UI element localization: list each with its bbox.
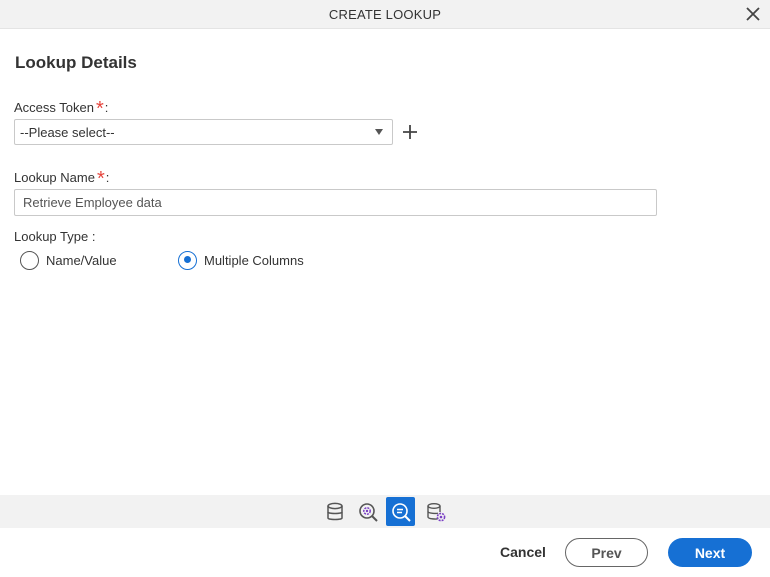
add-access-token-icon[interactable]: [401, 123, 419, 141]
cancel-button[interactable]: Cancel: [492, 538, 554, 566]
step-datasource[interactable]: [320, 497, 349, 526]
step-search-results[interactable]: [386, 497, 415, 526]
radio-multiple-columns[interactable]: Multiple Columns: [178, 250, 304, 270]
radio-name-value[interactable]: Name/Value: [20, 250, 117, 270]
lookup-type-label: Lookup Type :: [14, 229, 96, 244]
close-icon[interactable]: [745, 6, 761, 22]
lookup-name-label: Lookup Name *:: [14, 168, 110, 190]
next-button[interactable]: Next: [668, 538, 752, 567]
required-mark: *: [95, 98, 104, 120]
search-gear-icon: [358, 502, 378, 522]
radio-circle-selected[interactable]: [178, 250, 197, 270]
radio-label: Name/Value: [46, 252, 117, 268]
dialog-title-bar: CREATE LOOKUP: [0, 0, 770, 29]
step-database-settings[interactable]: [421, 497, 450, 526]
dropdown-arrow-icon: [375, 129, 383, 135]
section-title: Lookup Details: [15, 53, 137, 72]
search-lines-icon: [391, 502, 411, 522]
step-icon-bar: [0, 495, 770, 528]
dialog-footer: [0, 528, 770, 577]
access-token-label: Access Token *:: [14, 98, 109, 120]
database-gear-icon: [426, 502, 445, 521]
database-icon: [326, 502, 343, 520]
step-search-config[interactable]: [353, 497, 382, 526]
access-token-selected-value: --Please select--: [20, 125, 115, 140]
dialog-title: CREATE LOOKUP: [328, 7, 442, 22]
access-token-select[interactable]: --Please select--: [14, 119, 393, 145]
prev-button[interactable]: Prev: [565, 538, 648, 567]
radio-label: Multiple Columns: [204, 252, 304, 268]
required-mark: *: [96, 168, 105, 190]
radio-circle[interactable]: [20, 250, 39, 270]
lookup-name-input[interactable]: [14, 189, 657, 216]
